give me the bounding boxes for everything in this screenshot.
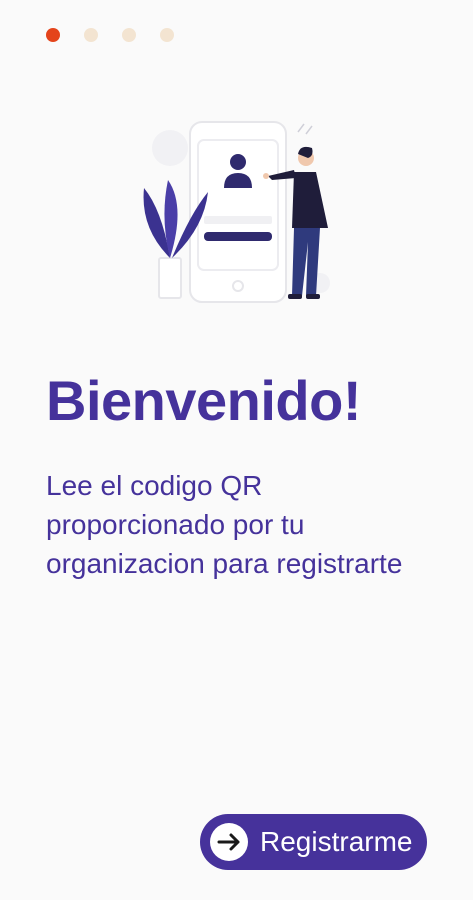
onboarding-illustration bbox=[143, 121, 330, 303]
page-indicator-dot bbox=[122, 28, 136, 42]
plant-pot-icon bbox=[158, 257, 182, 299]
form-button-shape bbox=[204, 232, 272, 241]
person-shoe bbox=[288, 294, 302, 299]
arrow-right-circle-icon bbox=[206, 819, 252, 865]
welcome-subtitle: Lee el codigo QR proporcionado por tu or… bbox=[46, 470, 403, 579]
page-indicator bbox=[46, 28, 174, 42]
sparkle-icon bbox=[297, 123, 313, 135]
register-button[interactable]: Registrarme bbox=[200, 814, 427, 870]
page-indicator-dot bbox=[160, 28, 174, 42]
register-button-label: Registrarme bbox=[260, 826, 413, 857]
decor-blob bbox=[152, 130, 188, 166]
user-avatar-icon bbox=[230, 154, 246, 170]
person-shoe bbox=[306, 294, 320, 299]
welcome-title: Bienvenido! bbox=[46, 369, 361, 432]
page-indicator-dot bbox=[84, 28, 98, 42]
page-indicator-dot-active bbox=[46, 28, 60, 42]
person-hand bbox=[263, 173, 269, 179]
form-field-shape bbox=[204, 216, 272, 224]
person-legs bbox=[292, 228, 320, 296]
person-torso bbox=[292, 172, 328, 228]
